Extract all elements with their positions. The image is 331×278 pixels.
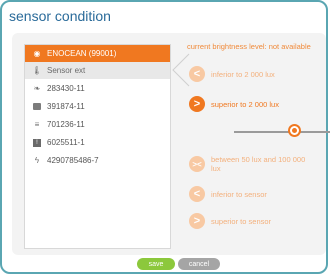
sensor-item-enocean[interactable]: ◉ ENOCEAN (99001) (25, 45, 170, 62)
leaf-icon: ❧ (33, 84, 41, 93)
sensor-item-701236[interactable]: ≡ 701236-11 (25, 116, 170, 133)
device-icon (30, 103, 44, 110)
sensor-item-sensor-ext[interactable]: 🌡 Sensor ext (25, 62, 170, 79)
condition-between[interactable]: >< between 50 lux and 100 000 lux (189, 155, 311, 173)
selection-arrow-icon (172, 53, 190, 87)
sensor-item-391874[interactable]: 391874-11 (25, 98, 170, 115)
sensor-item-label: 6025511-1 (47, 138, 85, 147)
greater-than-icon: > (189, 213, 205, 229)
condition-label: between 50 lux and 100 000 lux (211, 155, 306, 173)
less-than-icon: < (189, 186, 205, 202)
condition-inferior-sensor[interactable]: < inferior to sensor (189, 186, 267, 202)
sensor-item-label: 4290785486-7 (47, 156, 99, 165)
condition-label: superior to sensor (211, 216, 272, 226)
condition-superior-2000[interactable]: > superior to 2 000 lux (189, 96, 279, 112)
sensor-item-label: 391874-11 (47, 102, 85, 111)
between-icon: >< (189, 156, 205, 172)
threshold-slider-track[interactable] (234, 131, 330, 133)
condition-label: inferior to 2 000 lux (211, 69, 275, 79)
sensor-item-label: ENOCEAN (99001) (47, 49, 117, 58)
thermometer-icon: 🌡 (31, 66, 43, 75)
sensor-item-label: 283430-11 (47, 84, 85, 93)
condition-label: superior to 2 000 lux (211, 99, 279, 109)
threshold-slider-handle[interactable] (288, 124, 301, 137)
sensor-item-label: 701236-11 (47, 120, 85, 129)
sensor-item-label: Sensor ext (47, 66, 86, 75)
condition-label: inferior to sensor (211, 189, 267, 199)
brightness-status: current brightness level: not available (187, 42, 311, 51)
module-icon: ! (30, 138, 44, 147)
radio-icon: ◉ (33, 49, 41, 58)
save-button[interactable]: save (137, 258, 175, 270)
dialog-title: sensor condition (9, 8, 111, 24)
bolt-icon: ϟ (34, 156, 40, 165)
condition-superior-sensor[interactable]: > superior to sensor (189, 213, 271, 229)
greater-than-icon: > (189, 96, 205, 112)
less-than-icon: < (189, 66, 205, 82)
sensor-item-4290785486[interactable]: ϟ 4290785486-7 (25, 152, 170, 169)
condition-inferior-2000[interactable]: < inferior to 2 000 lux (189, 66, 275, 82)
sensor-item-6025511[interactable]: ! 6025511-1 (25, 134, 170, 151)
sensor-list: ◉ ENOCEAN (99001) 🌡 Sensor ext ❧ 283430-… (24, 44, 171, 249)
cancel-button[interactable]: cancel (178, 258, 220, 270)
sensor-item-283430[interactable]: ❧ 283430-11 (25, 80, 170, 97)
heater-icon: ≡ (34, 120, 40, 129)
